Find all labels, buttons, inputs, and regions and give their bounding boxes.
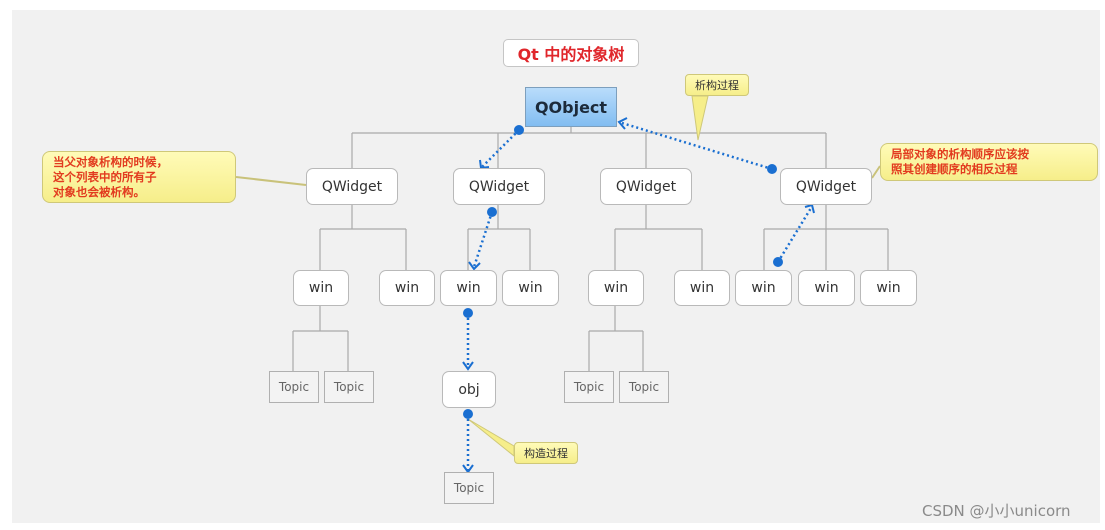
node-win: win [860,270,917,306]
node-topic: Topic [269,371,319,403]
node-topic: Topic [324,371,374,403]
node-qwidget: QWidget [306,168,398,205]
node-win: win [293,270,349,306]
arrow-start-dot [463,308,473,318]
connector-win5-topics [588,306,644,371]
node-win: win [588,270,644,306]
node-qwidget: QWidget [600,168,692,205]
watermark: CSDN @小小unicorn [922,502,1071,520]
right-note-callout: 局部对象的析构顺序应该按 照其创建顺序的相反过程 [880,143,1098,181]
right-callout-stem [871,165,881,179]
node-qwidget: QWidget [453,168,545,205]
node-qobject: QObject [525,87,617,127]
arrow-start-dot [773,257,783,267]
node-win: win [502,270,559,306]
node-qwidget: QWidget [780,168,872,205]
destruct-process-label: 析构过程 [685,74,749,96]
arrow-start-dot [463,409,473,419]
arrow-start-dot [487,207,497,217]
left-note-callout: 当父对象析构的时候， 这个列表中的所有子 对象也会被析构。 [42,151,236,203]
node-win: win [798,270,855,306]
arrow-root-to-widget2 [481,129,520,168]
arrow-start-dot [767,164,777,174]
arrow-widget2-to-win [472,211,494,268]
arrow-win-to-widget4 [776,207,813,263]
connector-widget1-wins [319,205,407,270]
node-win: win [440,270,497,306]
left-callout-stem [235,176,307,186]
arrow-start-dot [514,125,524,135]
node-win: win [379,270,435,306]
node-topic: Topic [619,371,669,403]
connector-win1-topics [292,306,349,371]
node-win: win [674,270,730,306]
construct-process-label: 构造过程 [514,442,578,464]
node-topic: Topic [444,472,494,504]
node-topic: Topic [564,371,614,403]
arrowhead-icon [479,159,490,170]
construct-label-pointer [467,418,515,458]
node-obj: obj [442,371,496,408]
diagram-title: Qt 中的对象树 [503,39,639,67]
arrowhead-icon [462,464,474,474]
connector-root-widgets [351,127,827,168]
connector-widget3-wins [614,205,703,270]
node-win: win [735,270,792,306]
